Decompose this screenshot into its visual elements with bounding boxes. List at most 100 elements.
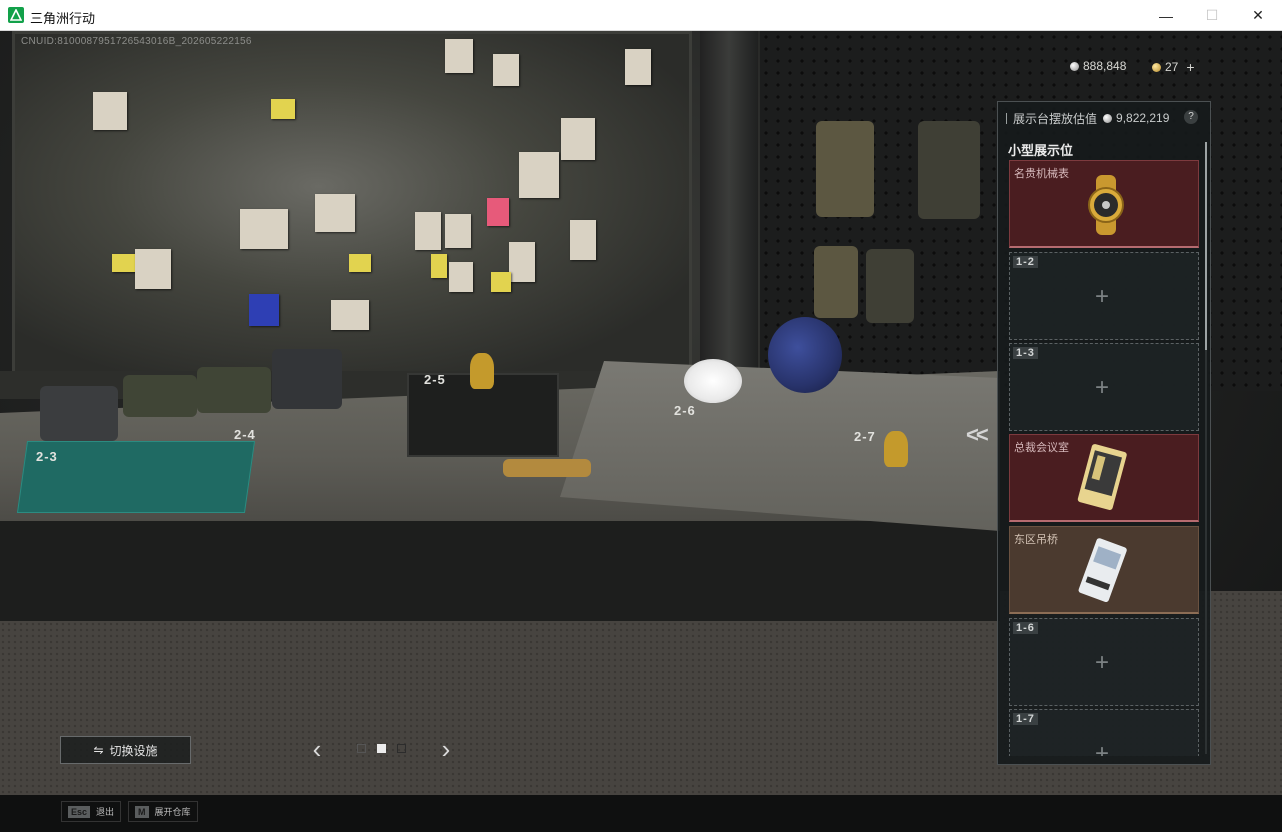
display-slot-keycard[interactable]: 东区吊桥 xyxy=(1009,526,1199,614)
pinned-note xyxy=(271,99,295,119)
add-item-icon: + xyxy=(1095,740,1110,757)
display-slot-keycard[interactable]: 总裁会议室 xyxy=(1009,434,1199,522)
display-slot-panel: 展示台摆放估值 9,822,219 ? 小型展示位 名贵机械表 1-2 + 1-… xyxy=(997,101,1211,765)
golden-deer-statue xyxy=(470,353,494,389)
key-badge: Esc xyxy=(68,805,91,818)
pinned-note xyxy=(491,272,511,292)
close-icon[interactable]: ✕ xyxy=(1235,0,1281,31)
hint-label: 退出 xyxy=(96,807,115,817)
desk-slot-label: 2-3 xyxy=(36,449,58,464)
keycard-gold-icon xyxy=(1077,444,1127,510)
valuation-label: 展示台摆放估值 xyxy=(1013,111,1098,126)
pinned-note xyxy=(493,54,519,86)
minimize-icon[interactable]: — xyxy=(1143,0,1189,31)
exit-hint[interactable]: Esc 退出 xyxy=(61,801,122,822)
add-item-icon: + xyxy=(1095,374,1110,401)
switch-facility-label: 切换设施 xyxy=(109,743,158,758)
desk-slot-label: 2-7 xyxy=(854,429,876,444)
double-chevron-left-icon[interactable]: << xyxy=(966,422,989,448)
display-slot-empty[interactable]: 1-7 + xyxy=(1009,709,1199,756)
valuation-value: 9,822,219 xyxy=(1116,111,1170,125)
slot-code: 1-7 xyxy=(1013,713,1038,725)
section-title: 小型展示位 xyxy=(1008,143,1074,158)
valuation: 9,822,219 xyxy=(1103,111,1169,125)
gold-currency-value: 27 xyxy=(1165,60,1179,74)
keycard-white-icon xyxy=(1078,538,1127,602)
pinned-note xyxy=(561,118,595,160)
silver-coin-icon xyxy=(1070,61,1079,71)
pinned-note xyxy=(415,212,441,250)
chevron-left-icon[interactable]: ‹ xyxy=(306,734,328,764)
pinned-note xyxy=(570,220,596,260)
silver-currency: 888,848 xyxy=(1070,59,1126,73)
pinned-note xyxy=(445,39,473,73)
page-dot-active[interactable] xyxy=(377,744,386,753)
wooden-tray xyxy=(503,459,591,477)
pinned-note xyxy=(449,262,473,292)
add-item-icon: + xyxy=(1095,649,1110,676)
pinned-note xyxy=(625,49,651,85)
slot-item-name: 总裁会议室 xyxy=(1014,442,1069,454)
app-logo-icon xyxy=(8,7,24,23)
pinned-note xyxy=(93,92,127,130)
gold-coin-icon xyxy=(1152,62,1161,72)
desk-slot-label: 2-4 xyxy=(234,427,256,442)
title-bar: 三角洲行动 — ☐ ✕ xyxy=(0,0,1282,31)
silver-currency-value: 888,848 xyxy=(1083,59,1127,73)
display-lamp xyxy=(684,359,742,403)
help-icon[interactable]: ? xyxy=(1184,110,1198,124)
pinned-note xyxy=(349,254,371,272)
chevron-right-icon[interactable]: › xyxy=(435,734,457,764)
cnuid-watermark: CNUID:8100087951726543016B_202605222156 xyxy=(21,36,252,47)
open-storage-hint[interactable]: M 展开仓库 xyxy=(128,801,198,822)
gold-currency[interactable]: 27 + xyxy=(1152,59,1195,75)
backpack xyxy=(866,249,914,323)
pinned-note xyxy=(331,300,369,330)
add-currency-button[interactable]: + xyxy=(1186,59,1194,75)
window-title: 三角洲行动 xyxy=(30,11,96,26)
pinned-note xyxy=(519,152,559,198)
display-slot-empty[interactable]: 1-3 + xyxy=(1009,343,1199,431)
pinned-note xyxy=(431,254,447,278)
drawer-unit xyxy=(40,386,118,441)
scrollbar-thumb[interactable] xyxy=(1205,142,1207,350)
page-dot[interactable] xyxy=(357,744,366,753)
pinned-note xyxy=(249,294,279,326)
display-slot-empty[interactable]: 1-2 + xyxy=(1009,252,1199,340)
display-slot-empty[interactable]: 1-6 + xyxy=(1009,618,1199,706)
hint-label: 展开仓库 xyxy=(154,807,191,817)
desk-slot-label: 2-6 xyxy=(674,403,696,418)
slot-list: 名贵机械表 1-2 + 1-3 + 总裁会议室 东区吊桥 1-6 + 1-7 + xyxy=(1009,160,1199,756)
chest-rig xyxy=(814,246,858,318)
slot-item-name: 名贵机械表 xyxy=(1014,168,1069,180)
display-slot-watch[interactable]: 名贵机械表 xyxy=(1009,160,1199,248)
desk-slot-label: 2-5 xyxy=(424,372,446,387)
slot-code: 1-3 xyxy=(1013,347,1038,359)
tactical-vest xyxy=(918,121,980,219)
pinned-note xyxy=(112,254,136,272)
switch-facility-button[interactable]: ⇋ 切换设施 xyxy=(60,736,191,764)
pinned-note xyxy=(509,242,535,282)
key-badge: M xyxy=(135,805,149,818)
pinned-note xyxy=(240,209,288,249)
slot-code: 1-6 xyxy=(1013,622,1038,634)
page-dot[interactable] xyxy=(397,744,406,753)
panel-header: 展示台摆放估值 9,822,219 ? xyxy=(1006,109,1202,127)
game-window: 三角洲行动 — ☐ ✕ 2-3 2-4 2-5 2-6 2-7 CNUID:81… xyxy=(0,0,1282,832)
wall-pillar xyxy=(700,31,758,411)
luxury-watch-icon xyxy=(1088,175,1124,235)
golden-deer-statue xyxy=(884,431,908,467)
toolbox xyxy=(272,349,342,409)
ammo-box xyxy=(123,375,197,417)
header-divider xyxy=(1006,112,1007,124)
silver-coin-icon xyxy=(1103,113,1113,123)
pinned-note xyxy=(315,194,355,232)
pinned-note xyxy=(487,198,509,226)
pinned-note xyxy=(445,214,471,248)
ammo-box xyxy=(197,367,271,413)
electric-motor xyxy=(768,317,842,393)
maximize-icon[interactable]: ☐ xyxy=(1189,0,1235,31)
swap-icon: ⇋ xyxy=(93,743,104,757)
pinned-note xyxy=(135,249,171,289)
map-board xyxy=(12,31,692,376)
